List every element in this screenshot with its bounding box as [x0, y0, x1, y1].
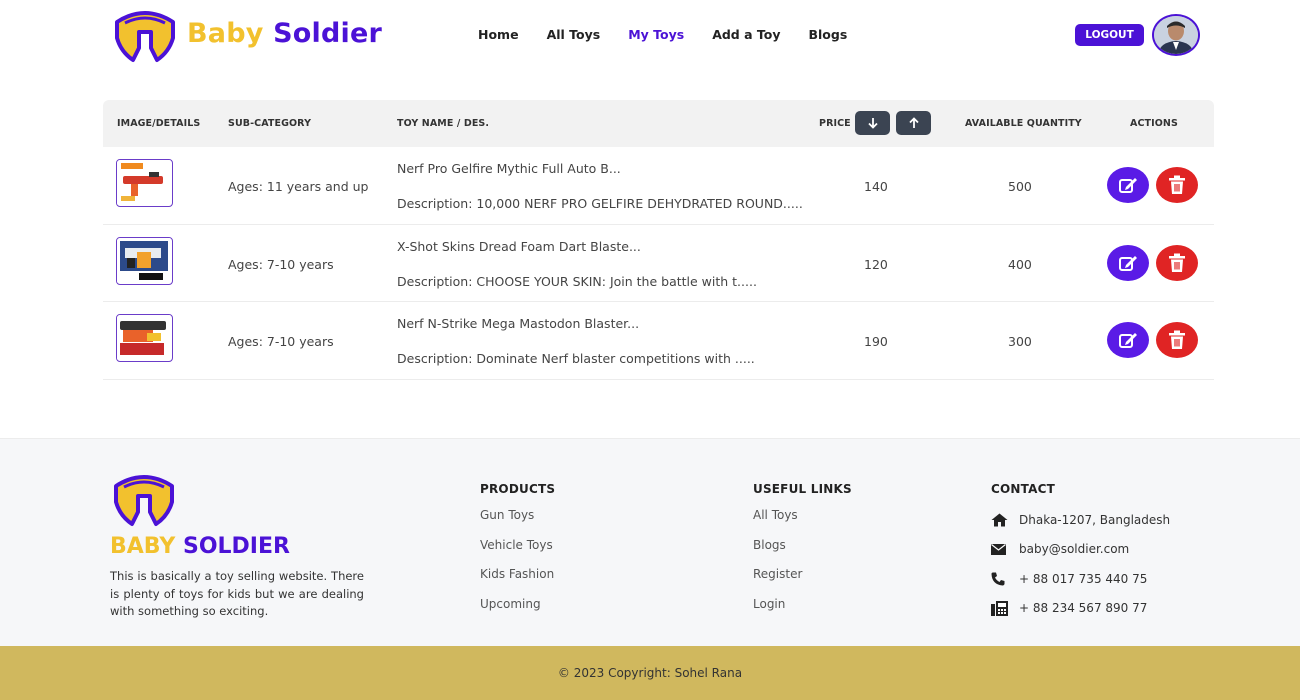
- footer-link-all-toys[interactable]: All Toys: [753, 505, 852, 535]
- footer-link-vehicle-toys[interactable]: Vehicle Toys: [480, 535, 555, 565]
- footer-useful-links: USEFUL LINKS All Toys Blogs Register Log…: [753, 482, 852, 623]
- table-row: Ages: 7-10 years X-Shot Skins Dread Foam…: [103, 225, 1214, 302]
- user-avatar[interactable]: [1152, 14, 1200, 56]
- footer-brand: BABY SOLDIER: [110, 534, 290, 559]
- delete-button[interactable]: [1156, 322, 1198, 358]
- footer-link-blogs[interactable]: Blogs: [753, 535, 852, 565]
- quantity-cell: 400: [1008, 256, 1032, 272]
- trash-icon: [1169, 175, 1185, 194]
- useful-links-title: USEFUL LINKS: [753, 482, 852, 496]
- contact-address: Dhaka-1207, Bangladesh: [991, 505, 1170, 535]
- header-name: TOY NAME / DES.: [397, 118, 490, 129]
- delete-button[interactable]: [1156, 244, 1198, 281]
- header-actions: ACTIONS: [1130, 118, 1178, 129]
- copyright-bar: © 2023 Copyright: Sohel Rana: [0, 646, 1300, 700]
- helmet-logo-icon: [114, 475, 174, 526]
- site-header: Baby Soldier Home All Toys My Toys Add a…: [0, 0, 1300, 72]
- toy-description-cell: Description: Dominate Nerf blaster compe…: [397, 351, 755, 366]
- copyright-text: © 2023 Copyright: Sohel Rana: [557, 666, 743, 680]
- toy-description-cell: Description: 10,000 NERF PRO GELFIRE DEH…: [397, 196, 803, 211]
- footer-link-kids-fashion[interactable]: Kids Fashion: [480, 564, 555, 594]
- subcategory-cell: Ages: 7-10 years: [228, 256, 334, 272]
- table-row: Ages: 7-10 years Nerf N-Strike Mega Mast…: [103, 302, 1214, 380]
- toy-thumbnail[interactable]: [116, 236, 173, 285]
- edit-icon: [1119, 255, 1137, 271]
- price-cell: 190: [864, 334, 888, 349]
- brand-first: Baby: [187, 18, 264, 49]
- delete-button[interactable]: [1156, 167, 1198, 203]
- trash-icon: [1169, 330, 1185, 349]
- sort-ascending-button[interactable]: [896, 111, 931, 135]
- contact-phone-text: + 88 017 735 440 75: [1019, 571, 1148, 586]
- quantity-cell: 500: [1008, 179, 1032, 194]
- my-toys-table: IMAGE/DETAILS SUB-CATEGORY TOY NAME / DE…: [103, 100, 1214, 380]
- toy-gun-image: [117, 315, 171, 360]
- contact-fax-text: + 88 234 567 890 77: [1019, 601, 1148, 616]
- nav-home[interactable]: Home: [478, 27, 519, 42]
- table-row: Ages: 11 years and up Nerf Pro Gelfire M…: [103, 147, 1214, 225]
- footer-link-login[interactable]: Login: [753, 594, 852, 624]
- edit-icon: [1119, 178, 1137, 193]
- main-nav: Home All Toys My Toys Add a Toy Blogs: [478, 27, 875, 42]
- logout-button[interactable]: LOGOUT: [1075, 24, 1144, 46]
- footer-about-text: This is basically a toy selling website.…: [110, 569, 364, 618]
- footer-link-gun-toys[interactable]: Gun Toys: [480, 505, 555, 535]
- fax-icon: [991, 600, 1008, 616]
- header-price: PRICE: [819, 118, 851, 129]
- avatar-person-icon: [1154, 16, 1198, 54]
- toy-name-cell: X-Shot Skins Dread Foam Dart Blaste...: [397, 238, 641, 254]
- contact-email-text: baby@soldier.com: [1019, 542, 1130, 557]
- price-cell: 140: [864, 179, 888, 194]
- contact-title: CONTACT: [991, 482, 1055, 496]
- phone-icon: [991, 572, 1005, 586]
- contact-fax: + 88 234 567 890 77: [991, 594, 1170, 624]
- contact-email: baby@soldier.com: [991, 535, 1170, 565]
- edit-button[interactable]: [1107, 322, 1149, 358]
- toy-description-cell: Description: CHOOSE YOUR SKIN: Join the …: [397, 273, 757, 289]
- arrow-up-icon: [908, 117, 919, 128]
- footer-products: PRODUCTS Gun Toys Vehicle Toys Kids Fash…: [480, 482, 555, 623]
- toy-thumbnail[interactable]: [116, 314, 173, 362]
- contact-phone: + 88 017 735 440 75: [991, 564, 1170, 594]
- toy-name-cell: Nerf N-Strike Mega Mastodon Blaster...: [397, 316, 640, 331]
- toy-gun-image: [117, 160, 171, 205]
- envelope-icon: [991, 543, 1006, 555]
- footer-link-upcoming[interactable]: Upcoming: [480, 594, 555, 624]
- footer-brand-first: BABY: [110, 534, 176, 559]
- nav-add-toy[interactable]: Add a Toy: [712, 27, 780, 42]
- nav-my-toys[interactable]: My Toys: [628, 27, 684, 42]
- toy-gun-image: [117, 237, 171, 283]
- subcategory-cell: Ages: 11 years and up: [228, 179, 369, 194]
- footer-brand-second: SOLDIER: [182, 534, 290, 559]
- price-cell: 120: [864, 256, 888, 272]
- trash-icon: [1169, 253, 1185, 272]
- home-icon: [991, 513, 1008, 527]
- toy-name-cell: Nerf Pro Gelfire Mythic Full Auto B...: [397, 161, 621, 176]
- site-footer: BABY SOLDIER This is basically a toy sel…: [0, 438, 1300, 646]
- header-subcategory: SUB-CATEGORY: [228, 118, 312, 129]
- header-quantity: AVAILABLE QUANTITY: [965, 118, 1082, 129]
- nav-blogs[interactable]: Blogs: [809, 27, 848, 42]
- footer-contact: CONTACT Dhaka-1207, Bangladesh baby@sold…: [991, 482, 1170, 623]
- contact-address-text: Dhaka-1207, Bangladesh: [1019, 512, 1171, 527]
- sort-descending-button[interactable]: [855, 111, 890, 135]
- toy-thumbnail[interactable]: [116, 159, 173, 207]
- subcategory-cell: Ages: 7-10 years: [228, 334, 334, 349]
- table-header: IMAGE/DETAILS SUB-CATEGORY TOY NAME / DE…: [103, 100, 1214, 147]
- helmet-logo-icon[interactable]: [111, 8, 179, 64]
- brand-second: Soldier: [273, 18, 383, 49]
- brand-name[interactable]: Baby Soldier: [187, 18, 382, 49]
- edit-button[interactable]: [1107, 244, 1149, 281]
- products-title: PRODUCTS: [480, 482, 556, 496]
- header-image: IMAGE/DETAILS: [117, 118, 201, 129]
- edit-button[interactable]: [1107, 167, 1149, 203]
- quantity-cell: 300: [1008, 334, 1032, 349]
- edit-icon: [1119, 333, 1137, 348]
- arrow-down-icon: [867, 118, 878, 129]
- nav-all-toys[interactable]: All Toys: [547, 27, 601, 42]
- footer-link-register[interactable]: Register: [753, 564, 852, 594]
